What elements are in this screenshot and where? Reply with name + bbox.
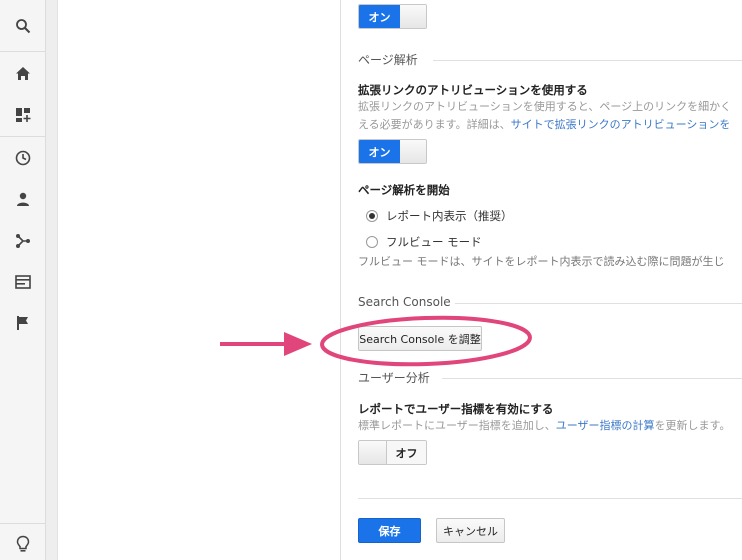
page-analytics-start-title: ページ解析を開始 bbox=[358, 183, 450, 197]
user-metrics-title: レポートでユーザー指標を有効にする bbox=[358, 402, 554, 416]
search-icon[interactable] bbox=[0, 6, 46, 46]
full-view-note: フルビュー モードは、サイトをレポート内表示で読み込む際に問題が生じ bbox=[358, 255, 725, 268]
enhanced-link-desc-prefix: える必要があります。詳細は、 bbox=[358, 118, 511, 131]
user-metrics-calc-link[interactable]: ユーザー指標の計算 bbox=[556, 419, 655, 432]
home-icon[interactable] bbox=[0, 53, 46, 93]
section-title-search-console: Search Console bbox=[358, 295, 451, 309]
lightbulb-icon[interactable] bbox=[0, 524, 46, 560]
enhanced-link-title: 拡張リンクのアトリビューションを使用する bbox=[358, 83, 588, 97]
section-rule bbox=[433, 60, 742, 61]
rail-divider bbox=[0, 136, 46, 137]
realtime-clock-icon[interactable] bbox=[0, 138, 46, 178]
user-metrics-desc: 標準レポートにユーザー指標を追加し、ユーザー指標の計算を更新します。 bbox=[358, 417, 730, 435]
toggle-switch-top[interactable]: オン bbox=[358, 4, 427, 29]
left-nav-rail bbox=[0, 0, 46, 560]
toggle-knob bbox=[400, 140, 426, 163]
save-button[interactable]: 保存 bbox=[358, 518, 421, 543]
radio-full-view[interactable]: フルビュー モード bbox=[366, 234, 482, 250]
user-metrics-desc-suffix: を更新します。 bbox=[654, 419, 731, 432]
toggle-off-label: オフ bbox=[387, 441, 426, 464]
acquisition-icon[interactable] bbox=[0, 221, 46, 261]
enhanced-link-toggle[interactable]: オン bbox=[358, 139, 427, 164]
cancel-button[interactable]: キャンセル bbox=[436, 518, 505, 543]
toggle-knob bbox=[400, 5, 426, 28]
radio-selected-dot bbox=[369, 213, 375, 219]
audience-person-icon[interactable] bbox=[0, 179, 46, 219]
radio-in-report[interactable]: レポート内表示（推奨） bbox=[366, 208, 513, 224]
section-rule bbox=[442, 378, 742, 379]
toggle-knob bbox=[359, 441, 387, 464]
footer-rule bbox=[358, 498, 742, 499]
section-title-user-analysis: ユーザー分析 bbox=[358, 371, 430, 385]
radio-circle[interactable] bbox=[366, 236, 378, 248]
toggle-on-label: オン bbox=[359, 5, 400, 28]
user-metrics-desc-prefix: 標準レポートにユーザー指標を追加し、 bbox=[358, 419, 556, 432]
section-title-page-analytics: ページ解析 bbox=[358, 53, 418, 67]
adjust-search-console-button[interactable]: Search Console を調整 bbox=[358, 326, 482, 351]
enhanced-link-desc-line1: 拡張リンクのアトリビューションを使用すると、ページ上のリンクを細かく bbox=[358, 100, 732, 113]
toggle-on-label: オン bbox=[359, 140, 400, 163]
nav-gutter bbox=[46, 0, 58, 560]
enhanced-link-desc-line2: える必要があります。詳細は、サイトで拡張リンクのアトリビューションを bbox=[358, 116, 730, 134]
behavior-icon[interactable] bbox=[0, 262, 46, 302]
section-rule bbox=[455, 303, 742, 304]
radio-circle[interactable] bbox=[366, 210, 378, 222]
column-divider bbox=[340, 0, 341, 560]
radio-in-report-label: レポート内表示（推奨） bbox=[386, 209, 513, 223]
conversions-flag-icon[interactable] bbox=[0, 303, 46, 343]
enhanced-link-help-link[interactable]: サイトで拡張リンクのアトリビューションを bbox=[511, 118, 731, 131]
customization-icon[interactable] bbox=[0, 95, 46, 135]
rail-divider bbox=[0, 51, 46, 52]
user-metrics-toggle[interactable]: オフ bbox=[358, 440, 427, 465]
radio-full-view-label: フルビュー モード bbox=[386, 235, 482, 249]
